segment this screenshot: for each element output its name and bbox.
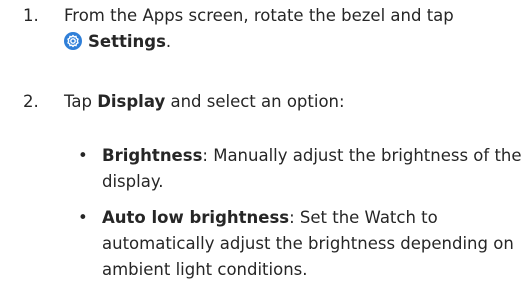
step-number: 1.	[23, 6, 39, 25]
bullet-marker: •	[78, 146, 88, 165]
settings-gear-icon	[64, 32, 82, 50]
step-text: Tap Display and select an option:	[64, 89, 524, 115]
auto-low-brightness-label: Auto low brightness	[102, 208, 290, 227]
display-label: Display	[97, 92, 166, 111]
bullet-text: Brightness: Manually adjust the brightne…	[102, 143, 522, 195]
step-number: 2.	[23, 92, 39, 111]
step-text-after: and select an option:	[165, 92, 345, 111]
step-text-before: Tap	[64, 92, 98, 111]
brightness-label: Brightness	[102, 146, 203, 165]
step-text: From the Apps screen, rotate the bezel a…	[64, 3, 524, 55]
step-text-after: .	[165, 32, 172, 51]
bullet-text: Auto low brightness: Set the Watch to au…	[102, 205, 522, 283]
step-text-before: From the Apps screen, rotate the bezel a…	[64, 6, 454, 25]
bullet-marker: •	[78, 208, 88, 227]
settings-label: Settings	[88, 32, 166, 51]
